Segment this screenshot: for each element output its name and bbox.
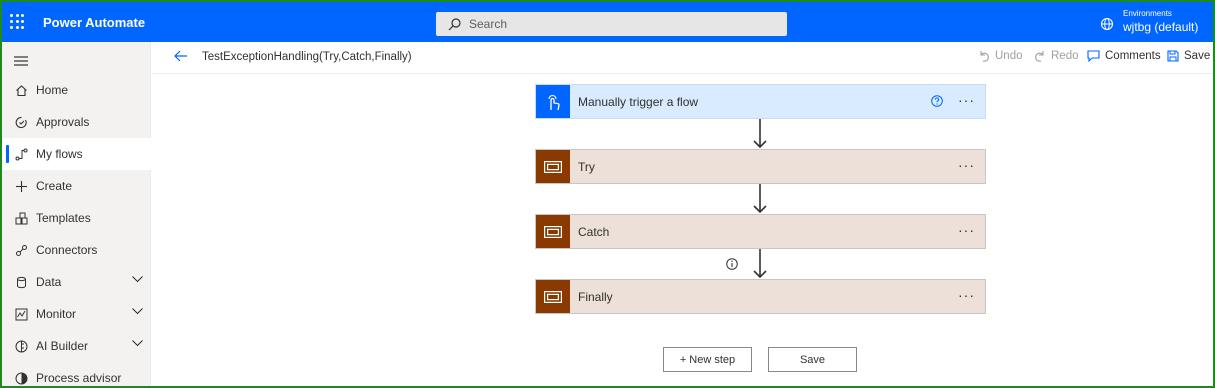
sidebar: Home Approvals My flows Create Templates	[2, 42, 151, 386]
flow-name: TestExceptionHandling(Try,Catch,Finally)	[202, 51, 412, 63]
flow-step-try[interactable]: Try ···	[535, 149, 986, 184]
plus-icon	[14, 179, 28, 193]
redo-button[interactable]: Redo	[1034, 50, 1079, 62]
sidebar-item-home[interactable]: Home	[2, 74, 151, 106]
undo-button[interactable]: Undo	[978, 50, 1023, 62]
sidebar-item-ai-builder[interactable]: AI Builder	[2, 330, 151, 362]
chevron-down-icon[interactable]	[132, 276, 143, 283]
monitor-icon	[14, 307, 28, 321]
app-launcher-icon[interactable]	[10, 14, 26, 30]
flow-step-catch[interactable]: Catch ···	[535, 214, 986, 249]
sidebar-item-label: Create	[36, 179, 73, 193]
data-icon	[14, 275, 28, 289]
sidebar-item-label: My flows	[36, 147, 83, 161]
scope-icon	[536, 150, 570, 183]
more-options-icon[interactable]: ···	[958, 223, 975, 237]
step-label: Manually trigger a flow	[578, 94, 699, 109]
back-arrow-icon[interactable]	[174, 50, 188, 62]
home-icon	[14, 83, 28, 97]
undo-label: Undo	[995, 50, 1023, 62]
environment-name: wjtbg (default)	[1123, 20, 1199, 34]
comments-button[interactable]: Comments	[1087, 50, 1161, 62]
app-title[interactable]: Power Automate	[43, 15, 145, 30]
new-step-button[interactable]: + New step	[663, 347, 752, 372]
sidebar-item-approvals[interactable]: Approvals	[2, 106, 151, 138]
ai-builder-icon	[14, 339, 28, 353]
environment-icon	[1100, 17, 1114, 31]
sidebar-item-label: Approvals	[36, 115, 90, 129]
save-label: Save	[1184, 50, 1211, 62]
comment-icon	[1087, 50, 1100, 62]
scope-icon	[536, 280, 570, 313]
top-bar: Power Automate Search Environments wjtbg…	[2, 2, 1213, 42]
sidebar-item-label: AI Builder	[36, 339, 89, 353]
redo-label: Redo	[1051, 50, 1079, 62]
sidebar-item-label: Process advisor	[36, 371, 122, 385]
flow-step-finally[interactable]: Finally ···	[535, 279, 986, 314]
search-box[interactable]: Search	[436, 12, 787, 36]
sidebar-item-my-flows[interactable]: My flows	[2, 138, 151, 170]
run-after-info-icon[interactable]	[726, 258, 738, 270]
step-label: Catch	[578, 224, 610, 239]
search-placeholder: Search	[469, 17, 508, 31]
templates-icon	[14, 211, 28, 225]
sidebar-item-data[interactable]: Data	[2, 266, 151, 298]
save-toolbar-button[interactable]: Save	[1167, 50, 1210, 62]
environment-label: Environments	[1123, 9, 1172, 18]
help-icon[interactable]	[931, 95, 943, 107]
sidebar-item-label: Connectors	[36, 243, 98, 257]
approvals-icon	[14, 115, 28, 129]
scope-icon	[536, 215, 570, 248]
chevron-down-icon[interactable]	[132, 340, 143, 347]
step-label: Finally	[578, 289, 613, 304]
undo-icon	[980, 51, 989, 62]
sidebar-item-label: Home	[36, 83, 69, 97]
sidebar-item-connectors[interactable]: Connectors	[2, 234, 151, 266]
redo-icon	[1035, 51, 1044, 62]
save-icon	[1167, 50, 1179, 62]
flow-step-trigger[interactable]: Manually trigger a flow ···	[535, 84, 986, 119]
sidebar-item-process-advisor[interactable]: Process advisor	[2, 362, 151, 386]
sidebar-item-label: Data	[36, 275, 62, 289]
step-label: Try	[578, 159, 595, 174]
sidebar-item-monitor[interactable]: Monitor	[2, 298, 151, 330]
sidebar-item-label: Monitor	[36, 307, 77, 321]
search-icon	[448, 17, 461, 30]
sidebar-item-create[interactable]: Create	[2, 170, 151, 202]
connector-arrow	[753, 119, 767, 149]
comments-label: Comments	[1105, 50, 1161, 62]
app-frame: Power Automate Search Environments wjtbg…	[0, 0, 1215, 388]
more-options-icon[interactable]: ···	[958, 158, 975, 172]
chevron-down-icon[interactable]	[132, 308, 143, 315]
connector-arrow	[753, 249, 767, 279]
connector-arrow	[753, 184, 767, 214]
save-flow-button[interactable]: Save	[768, 347, 857, 372]
flows-icon	[14, 147, 28, 161]
connectors-icon	[14, 243, 28, 257]
touch-trigger-icon	[536, 85, 570, 118]
sidebar-item-label: Templates	[36, 211, 91, 225]
more-options-icon[interactable]: ···	[958, 93, 975, 107]
sidebar-item-templates[interactable]: Templates	[2, 202, 151, 234]
more-options-icon[interactable]: ···	[958, 288, 975, 302]
hamburger-icon[interactable]	[14, 55, 28, 67]
command-bar: TestExceptionHandling(Try,Catch,Finally)…	[152, 42, 1213, 74]
flow-canvas: Manually trigger a flow ··· Try ··· Catc…	[152, 75, 1213, 386]
process-advisor-icon	[14, 371, 28, 385]
